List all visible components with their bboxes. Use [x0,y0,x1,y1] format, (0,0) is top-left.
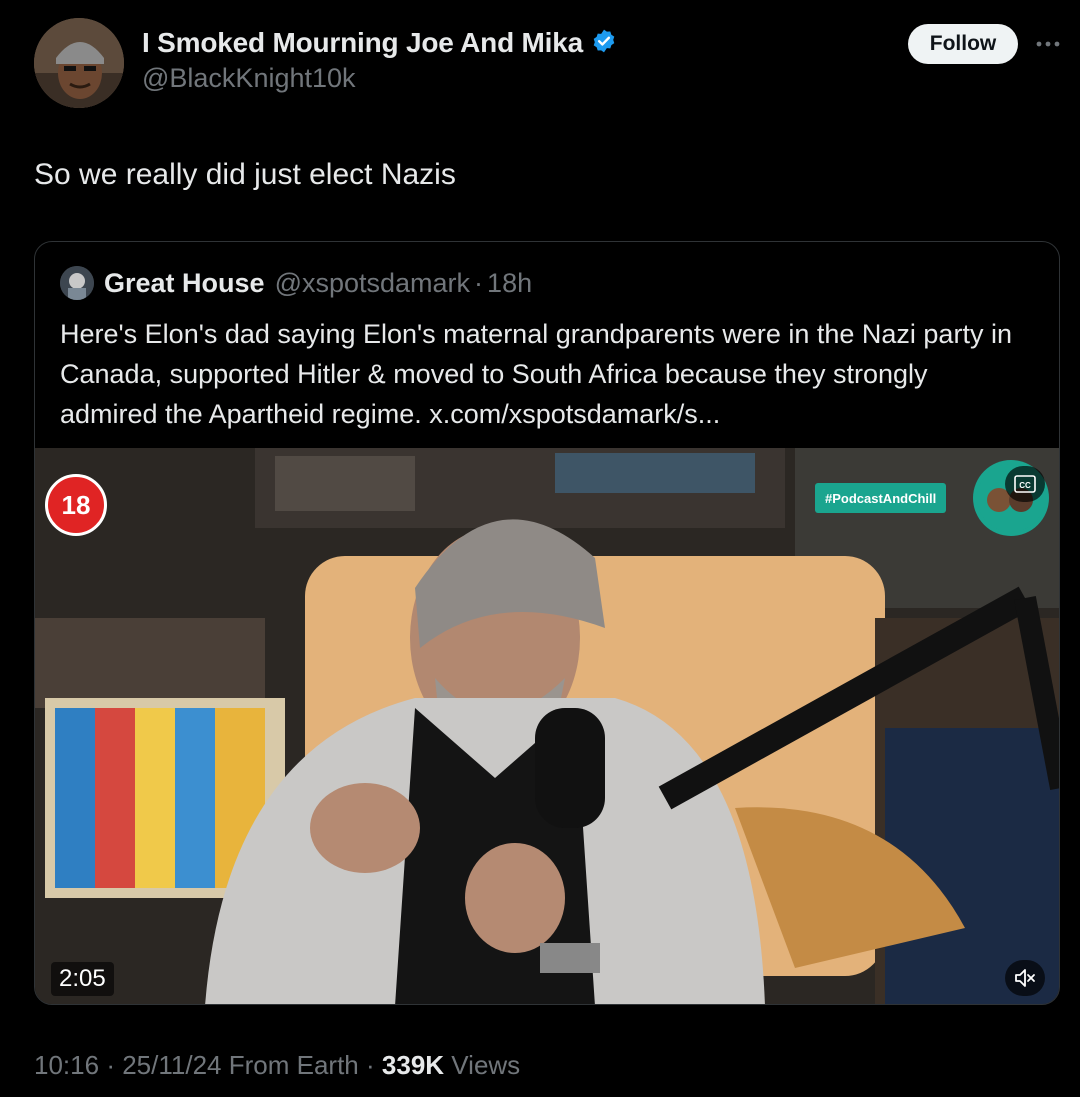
post-source: From Earth [228,1050,359,1080]
author-names: I Smoked Mourning Joe And Mika @BlackKni… [142,24,617,94]
post-time[interactable]: 10:16 [34,1050,99,1080]
more-horizontal-icon[interactable] [1034,32,1062,56]
quoted-tweet-card[interactable]: Great House @xspotsdamark · 18h Here's E… [34,241,1060,1005]
author-display-name[interactable]: I Smoked Mourning Joe And Mika [142,27,583,59]
separator-dot: · [366,1050,375,1080]
muted-speaker-icon[interactable] [1005,960,1045,996]
closed-captions-icon[interactable]: CC [1005,466,1045,502]
video-frame [35,448,1059,1004]
video-duration: 2:05 [51,962,114,996]
post-date[interactable]: 25/11/24 [122,1050,221,1080]
video-player[interactable]: 18 #PodcastAndChill CC 2:05 [35,448,1059,1004]
quoted-time-ago[interactable]: 18h [487,268,532,299]
tweet-header: I Smoked Mourning Joe And Mika @BlackKni… [34,18,1060,108]
views-label: Views [451,1050,521,1080]
quoted-author-handle[interactable]: @xspotsdamark [275,268,470,299]
quoted-tweet-header: Great House @xspotsdamark · 18h [60,266,532,300]
quoted-author-avatar[interactable] [60,266,94,300]
verified-badge-icon [591,28,617,59]
quoted-author-name[interactable]: Great House [104,268,265,299]
author-avatar[interactable] [34,18,124,108]
author-handle[interactable]: @BlackKnight10k [142,63,617,94]
display-name-row: I Smoked Mourning Joe And Mika [142,24,617,62]
quoted-tweet-text: Here's Elon's dad saying Elon's maternal… [60,319,1012,429]
age-rating-badge: 18 [45,474,107,536]
tweet-meta: 10:16 · 25/11/24 From Earth · 339K Views [34,1050,520,1081]
svg-text:CC: CC [1019,481,1031,490]
tweet-text: So we really did just elect Nazis [34,158,456,191]
separator-dot: · [474,267,484,298]
separator-dot: · [106,1050,115,1080]
follow-button[interactable]: Follow [908,24,1018,64]
podcast-tag-label: #PodcastAndChill [815,483,947,513]
views-count[interactable]: 339K [382,1050,444,1080]
